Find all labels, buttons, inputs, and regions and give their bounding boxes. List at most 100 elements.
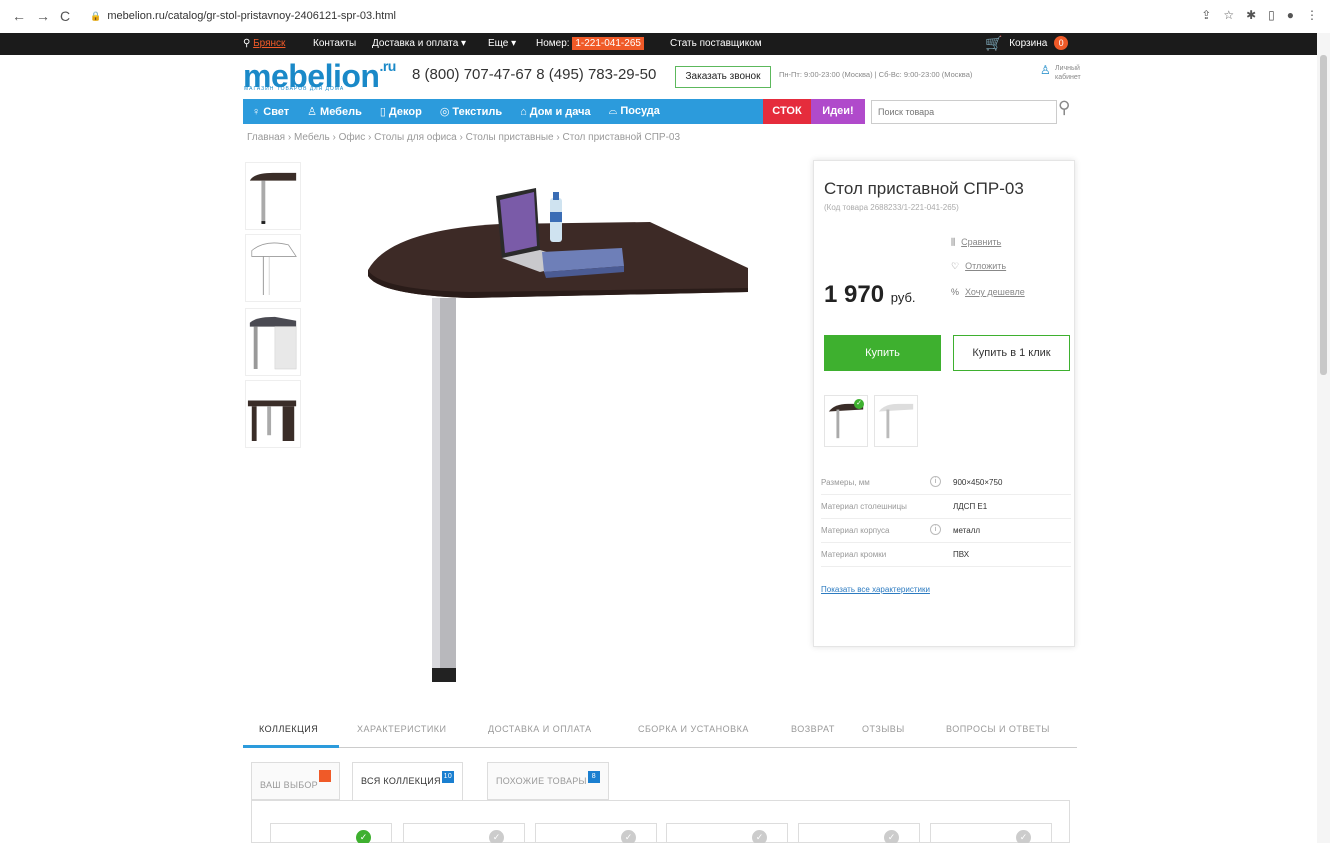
spec-row-body-material: Материал корпуса i металл [821,521,1071,543]
compare-link[interactable]: ⫼ Сравнить [951,237,1001,248]
sidepanel-icon[interactable]: ▯ [1268,8,1275,22]
tab-reviews[interactable]: ОТЗЫВЫ [862,724,905,734]
menu-item-tekstil[interactable]: ◎ Текстиль [431,105,511,118]
check-icon[interactable]: ✓ [489,830,504,843]
check-icon[interactable]: ✓ [1016,830,1031,843]
tab-assembly[interactable]: СБОРКА И УСТАНОВКА [638,724,749,734]
menu-item-dekor[interactable]: ▯ Декор [371,105,431,118]
info-icon[interactable]: i [930,524,941,535]
kebab-menu-icon[interactable]: ⋮ [1306,8,1318,22]
buy-one-click-button[interactable]: Купить в 1 клик [953,335,1070,371]
spec-row-top-material: Материал столешницы ЛДСП Е1 [821,497,1071,519]
menu-item-stock[interactable]: СТОК [763,99,811,124]
location-pin-icon: ⚲ [243,38,251,49]
contacts-link[interactable]: Контакты [313,38,356,49]
product-tabs: КОЛЛЕКЦИЯ ХАРАКТЕРИСТИКИ ДОСТАВКА И ОПЛА… [243,718,1077,748]
subtab-badge: 10 [441,771,454,783]
product-thumbnail-1[interactable] [245,162,301,230]
product-thumbnail-2[interactable] [245,234,301,302]
active-tab-underline [243,745,339,748]
profile-icon[interactable]: ● [1287,8,1294,22]
product-main-image[interactable] [360,180,760,690]
defer-link[interactable]: ♡ Отложить [951,261,1006,272]
main-menu: ♀ Свет ♙ Мебель ▯ Декор ◎ Текстиль ⌂ Дом и да… [243,99,865,124]
cheaper-link[interactable]: % Хочу дешевле [951,287,1025,297]
search-icon[interactable]: ⚲ [1058,98,1070,118]
reload-icon[interactable]: C [60,8,70,24]
check-icon[interactable]: ✓ [752,830,767,843]
lock-icon: 🔒 [90,10,102,21]
info-icon[interactable]: i [930,476,941,487]
collection-card[interactable]: ✓ [798,823,920,843]
working-hours: Пн-Пт: 9:00-23:00 (Москва) | Сб-Вс: 9:00… [779,70,973,79]
cart-icon: 🛒 [985,35,1003,51]
menu-item-posuda[interactable]: ⌓ Посуда [600,105,669,118]
product-thumbnail-3[interactable] [245,308,301,376]
show-all-specs-link[interactable]: Показать все характеристики [821,585,930,594]
product-price: 1 970 руб. [824,281,916,308]
cart-button[interactable]: 🛒 Корзина 0 [985,35,1069,52]
search-input[interactable] [871,100,1057,124]
browser-toolbar: ← → C 🔒 mebelion.ru/catalog/gr-stol-pris… [0,0,1330,32]
delivery-link[interactable]: Доставка и оплата ▾ [372,38,466,49]
check-icon[interactable]: ✓ [884,830,899,843]
variant-light[interactable] [874,395,918,447]
menu-item-svet[interactable]: ♀ Свет [243,106,298,118]
menu-item-mebel[interactable]: ♙ Мебель [298,105,371,118]
menu-item-ideas[interactable]: Идеи! [811,99,865,124]
page-scrollbar[interactable] [1317,33,1330,843]
tab-delivery[interactable]: ДОСТАВКА И ОПЛАТА [488,724,592,734]
back-icon[interactable]: ← [12,8,26,24]
supplier-link[interactable]: Стать поставщиком [670,38,762,49]
heart-icon: ♡ [951,261,960,271]
textile-icon: ◎ [439,106,450,118]
spec-row-edge-material: Материал кромки ПВХ [821,545,1071,567]
collection-panel: ✓ ✓ ✓ ✓ ✓ ✓ [251,800,1070,843]
variant-dark[interactable]: ✓ [824,395,868,447]
product-title: Стол приставной СПР-03 [824,179,1024,198]
spec-row-size: Размеры, мм i 900×450×750 [821,473,1071,495]
extensions-icon[interactable]: ✱ [1246,8,1256,22]
collection-card[interactable]: ✓ [403,823,525,843]
chair-icon: ♙ [307,106,318,118]
frame-icon: ▯ [379,106,386,118]
buy-button[interactable]: Купить [824,335,941,371]
collection-card[interactable]: ✓ [666,823,788,843]
subtab-your-choice[interactable]: ВАШ ВЫБОР [251,762,340,800]
tab-qa[interactable]: ВОПРОСЫ И ОТВЕТЫ [946,724,1050,734]
city-selector[interactable]: ⚲ Брянск [243,38,285,49]
collection-card[interactable]: ✓ [535,823,657,843]
collection-card[interactable]: ✓ [930,823,1052,843]
menu-item-dom[interactable]: ⌂ Дом и дача [511,106,600,118]
phone-numbers[interactable]: 8 (800) 707-47-67 8 (495) 783-29-50 [412,66,656,83]
check-icon[interactable]: ✓ [356,830,371,843]
tab-collection[interactable]: КОЛЛЕКЦИЯ [259,724,318,734]
number-label: Номер: 1-221-041-265 [536,37,644,50]
product-card: Стол приставной СПР-03 (Код товара 26882… [813,160,1075,647]
bookmark-star-icon[interactable]: ☆ [1223,8,1234,22]
product-thumbnail-4[interactable] [245,380,301,448]
collection-card[interactable]: ✓ [270,823,392,843]
selected-check-icon: ✓ [854,399,864,409]
scrollbar-thumb[interactable] [1320,55,1327,375]
user-icon: ♙ [1040,63,1051,77]
tab-return[interactable]: ВОЗВРАТ [791,724,835,734]
top-strip: ⚲ Брянск Контакты Доставка и оплата ▾ Ещ… [0,33,1322,55]
forward-icon[interactable]: → [36,8,50,24]
lamp-icon: ♀ [252,105,261,118]
breadcrumb[interactable]: Главная › Мебель › Офис › Столы для офис… [247,132,680,143]
address-bar[interactable]: mebelion.ru/catalog/gr-stol-pristavnoy-2… [107,10,396,22]
dishes-icon: ⌓ [608,105,618,117]
more-link[interactable]: Еще ▾ [488,38,516,49]
subtab-whole-collection[interactable]: ВСЯ КОЛЛЕКЦИЯ 10 [352,762,463,800]
subtab-similar[interactable]: ПОХОЖИЕ ТОВАРЫ 8 [487,762,609,800]
house-icon: ⌂ [520,105,527,118]
callback-button[interactable]: Заказать звонок [675,66,771,88]
share-icon[interactable]: ⇪ [1201,8,1211,22]
cart-count-badge: 0 [1054,36,1069,50]
percent-icon: % [951,287,960,297]
subtab-badge [318,770,331,782]
tab-characteristics[interactable]: ХАРАКТЕРИСТИКИ [357,724,447,734]
check-icon[interactable]: ✓ [621,830,636,843]
logo-subtitle: МАГАЗИН ТОВАРОВ ДЛЯ ДОМА [244,86,345,92]
